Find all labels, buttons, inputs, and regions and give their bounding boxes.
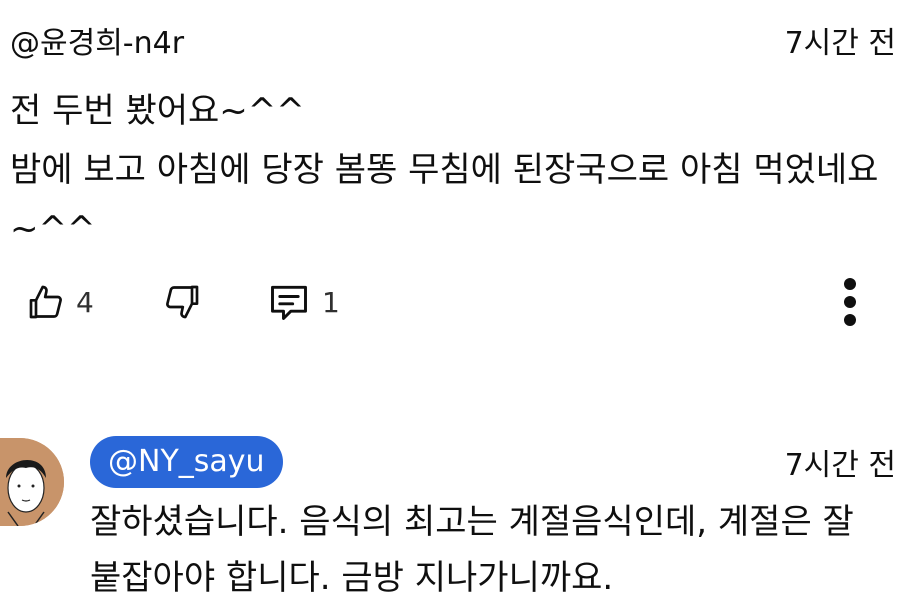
- like-count: 4: [76, 285, 94, 319]
- comment-author[interactable]: @윤경희-n4r: [10, 18, 184, 62]
- thumbs-up-icon: [26, 282, 66, 322]
- more-vert-icon: [842, 276, 858, 328]
- reply-author-chip[interactable]: @NY_sayu: [90, 436, 283, 488]
- like-button[interactable]: 4: [26, 276, 94, 328]
- comment-actions: 4 1: [0, 276, 916, 328]
- reply-button[interactable]: 1: [266, 276, 340, 328]
- reply-body: 잘하셨습니다. 음식의 최고는 계절음식인데, 계절은 잘 붙잡아야 합니다. …: [90, 502, 865, 598]
- reply-timestamp[interactable]: 7시간 전: [785, 440, 896, 484]
- avatar-image: [0, 438, 64, 526]
- reply-count: 1: [322, 285, 340, 319]
- more-options-button[interactable]: [832, 276, 868, 328]
- comment-timestamp[interactable]: 7시간 전: [785, 18, 896, 62]
- comment-icon: [266, 280, 312, 324]
- comment-body: 전 두번 봤어요~^^ 밤에 보고 아침에 당장 봄똥 무침에 된장국으로 아침…: [10, 91, 879, 249]
- dislike-button[interactable]: [162, 276, 202, 328]
- thumbs-down-icon: [162, 282, 202, 322]
- avatar[interactable]: [0, 438, 64, 526]
